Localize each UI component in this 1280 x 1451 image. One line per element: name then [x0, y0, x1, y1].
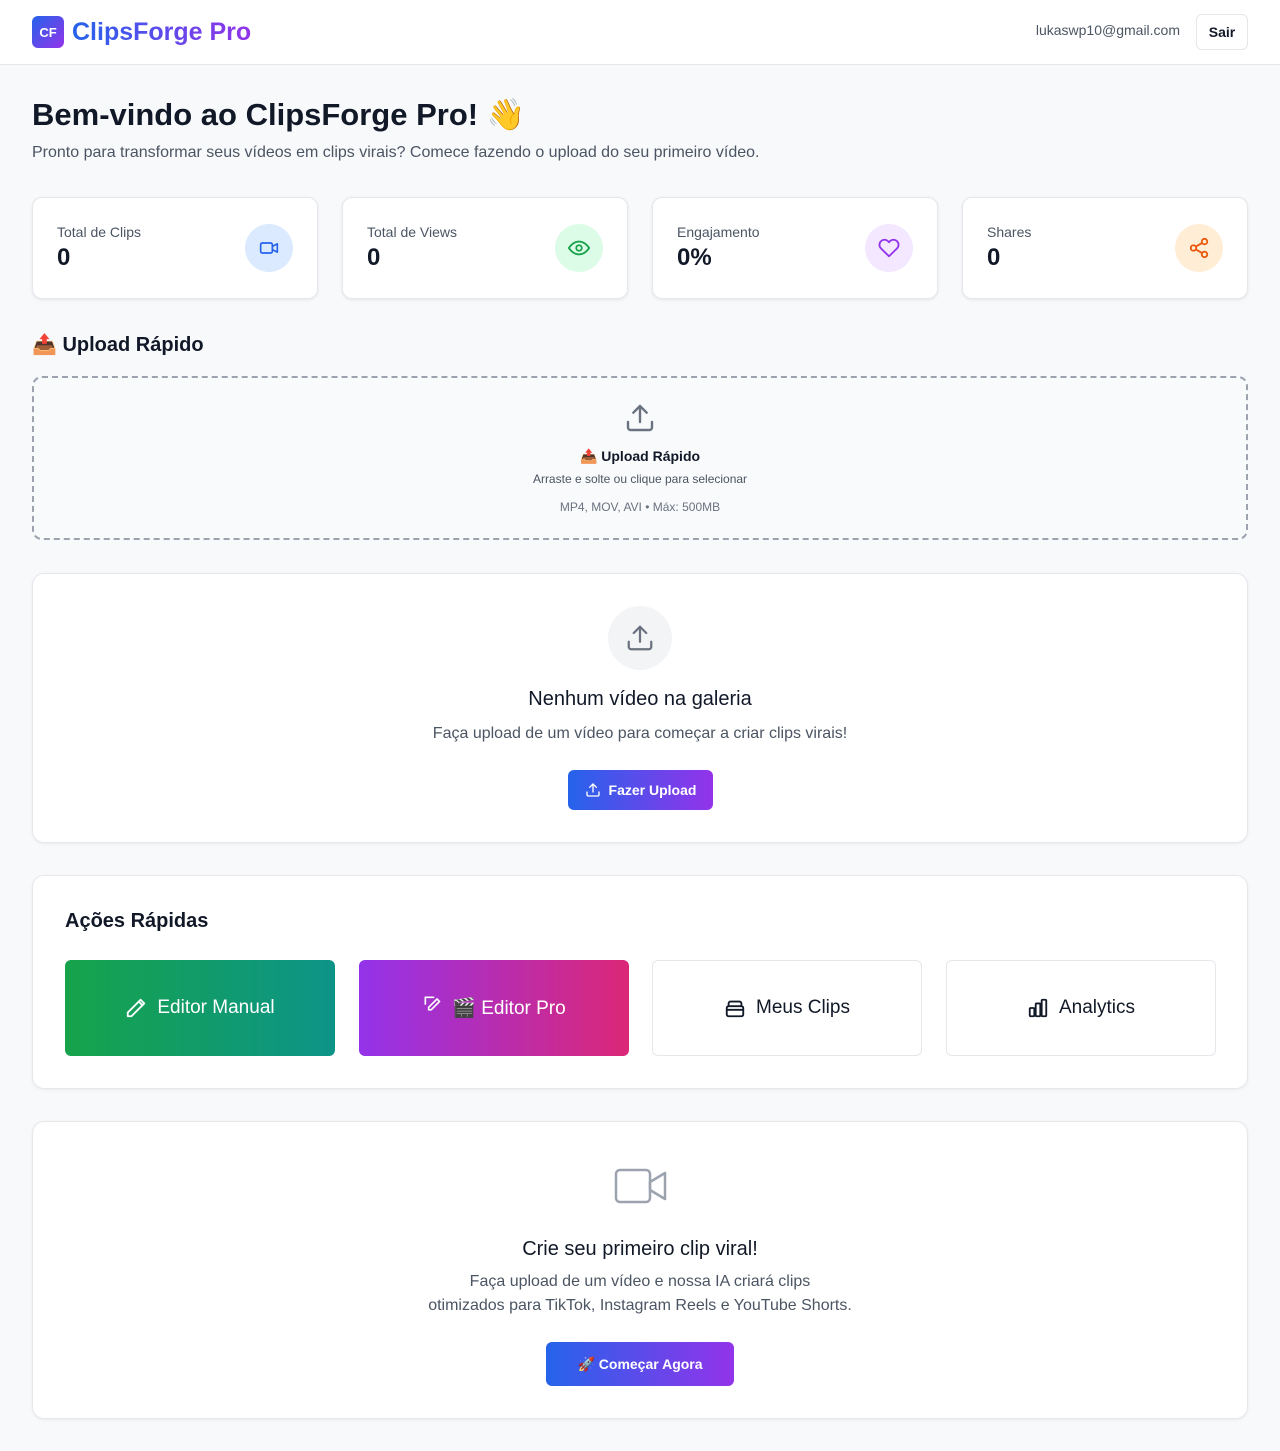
gallery-empty-title: Nenhum vídeo na galeria — [528, 688, 752, 710]
upload-button[interactable]: Fazer Upload — [568, 770, 713, 810]
first-clip-card: Crie seu primeiro clip viral! Faça uploa… — [32, 1121, 1248, 1419]
welcome-title: Bem-vindo ao ClipsForge Pro! 👋 — [32, 97, 526, 132]
stat-value: 0% — [677, 244, 712, 271]
upload-section-title: 📤 Upload Rápido — [32, 334, 204, 356]
top-header: CF ClipsForge Pro lukaswp10@gmail.com Sa… — [0, 0, 1280, 65]
gallery-empty-subtitle: Faça upload de um vídeo para começar a c… — [432, 725, 848, 742]
stat-card-views: Total de Views 0 — [342, 197, 628, 299]
dropzone-subtitle: Arraste e solte ou clique para seleciona… — [532, 472, 748, 486]
upload-icon — [585, 783, 600, 797]
quick-actions-card: Ações Rápidas Editor Manual 🎬 Editor Pro… — [32, 875, 1248, 1089]
upload-icon — [608, 606, 672, 670]
stat-value: 0 — [367, 244, 381, 271]
gallery-card: Nenhum vídeo na galeria Faça upload de u… — [32, 573, 1248, 843]
share-icon — [1175, 224, 1223, 272]
logout-button[interactable]: Sair — [1196, 14, 1248, 50]
pencil-icon — [127, 998, 146, 1018]
cta-description-line2: otimizados para TikTok, Instagram Reels … — [428, 1297, 852, 1314]
stat-value: 0 — [57, 244, 71, 271]
quick-actions-title: Ações Rápidas — [65, 910, 209, 932]
stat-card-engagement: Engajamento 0% — [652, 197, 938, 299]
user-email: lukaswp10@gmail.com — [1035, 22, 1180, 38]
action-label: Editor Manual — [157, 997, 275, 1018]
video-icon — [245, 224, 293, 272]
stat-label: Total de Clips — [57, 224, 142, 240]
logo-badge[interactable]: CF — [32, 16, 64, 48]
stat-card-shares: Shares 0 — [962, 197, 1248, 299]
dropzone-title: 📤 Upload Rápido — [579, 448, 701, 464]
start-now-button[interactable]: 🚀 Começar Agora — [546, 1342, 734, 1386]
welcome-subtitle: Pronto para transformar seus vídeos em c… — [32, 144, 760, 161]
edit-pro-icon — [424, 996, 441, 1011]
upload-button-label: Fazer Upload — [608, 782, 697, 798]
cta-description-line1: Faça upload de um vídeo e nossa IA criar… — [469, 1273, 811, 1290]
stat-label: Shares — [987, 224, 1032, 240]
editor-pro-button[interactable]: 🎬 Editor Pro — [359, 960, 629, 1056]
stat-value: 0 — [987, 244, 1001, 271]
action-label: Meus Clips — [756, 997, 850, 1018]
video-icon — [614, 1166, 668, 1211]
heart-icon — [865, 224, 913, 272]
bar-chart-icon — [1028, 998, 1048, 1018]
stat-card-clips: Total de Clips 0 — [32, 197, 318, 299]
upload-dropzone[interactable]: 📤 Upload Rápido Arraste e solte ou cliqu… — [32, 376, 1248, 540]
app-name[interactable]: ClipsForge Pro — [72, 16, 251, 48]
editor-manual-button[interactable]: Editor Manual — [65, 960, 335, 1056]
eye-icon — [555, 224, 603, 272]
dropzone-formats: MP4, MOV, AVI • Máx: 500MB — [559, 500, 721, 514]
action-label: Analytics — [1058, 997, 1136, 1018]
stat-label: Engajamento — [677, 224, 760, 240]
archive-icon — [725, 1000, 745, 1018]
action-label: 🎬 Editor Pro — [452, 998, 566, 1019]
analytics-button[interactable]: Analytics — [946, 960, 1216, 1056]
stat-label: Total de Views — [367, 224, 458, 240]
my-clips-button[interactable]: Meus Clips — [652, 960, 922, 1056]
upload-icon — [624, 402, 656, 439]
cta-title: Crie seu primeiro clip viral! — [522, 1238, 758, 1260]
